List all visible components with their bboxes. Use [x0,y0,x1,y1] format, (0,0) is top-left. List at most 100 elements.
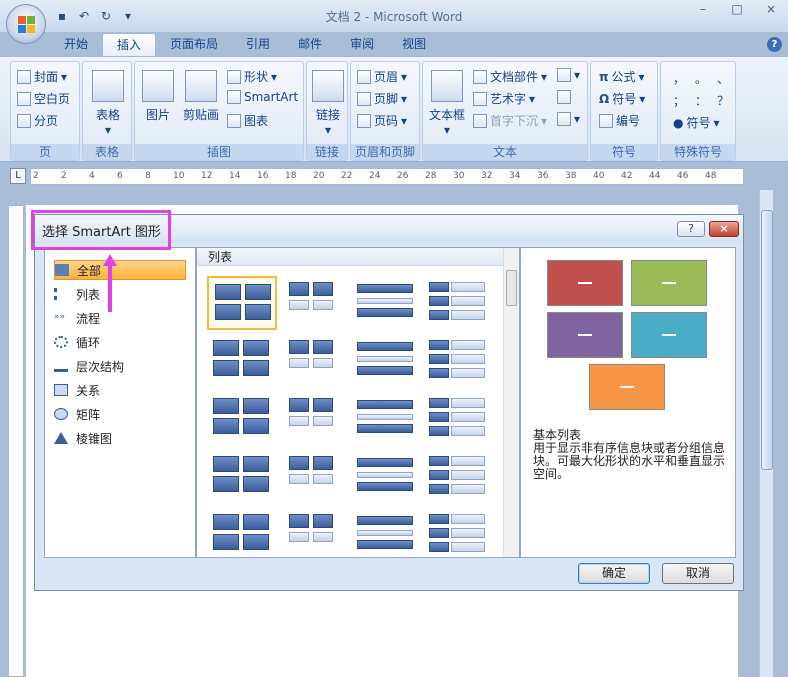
smartart-layout-thumbnail[interactable] [351,392,421,446]
smartart-layout-thumbnail[interactable] [351,450,421,504]
smartart-layout-thumbnail[interactable] [423,334,493,388]
tab-mailings[interactable]: 邮件 [284,33,336,56]
picture-button[interactable]: 图片 [141,70,175,123]
footer-button[interactable]: 页脚 ▾ [357,90,407,107]
horizontal-ruler[interactable]: 2 2 4 6 8 10 12 14 16 18 20 22 24 26 28 30 32 34 36 38 40 42 4… [30,168,744,185]
smartart-layout-thumbnail[interactable] [279,508,349,557]
quick-parts-button[interactable]: 文档部件 ▾ [473,68,547,85]
ruler-tick-label: 26 [397,171,409,181]
minimize-button[interactable]: – [686,0,720,20]
ruler-tick-label: 22 [341,171,353,181]
ruler-tick-label: 8 [145,171,151,181]
shapes-button[interactable]: 形状 ▾ [227,68,277,85]
dot-icon: ● [673,115,684,130]
tab-view[interactable]: 视图 [388,33,440,56]
char-comma[interactable]: ， [673,70,685,87]
page-break-button[interactable]: 分页 [17,112,58,129]
char-period[interactable]: 。 [695,70,707,87]
category-pyramid[interactable]: 棱锥图 [54,428,186,448]
category-relationship[interactable]: 关系 [54,380,186,400]
category-matrix[interactable]: 矩阵 [54,404,186,424]
char-enum-comma[interactable]: 、 [717,70,729,87]
smartart-layout-thumbnail[interactable] [423,508,493,557]
textbox-icon [431,70,463,102]
gallery-scrollbar[interactable] [503,248,519,557]
tab-insert[interactable]: 插入 [102,33,157,56]
object-icon[interactable]: ▾ [557,112,580,126]
category-hierarchy[interactable]: 层次结构 [54,356,186,376]
smartart-button[interactable]: SmartArt [227,90,298,104]
tab-page-layout[interactable]: 页面布局 [156,33,232,56]
smartart-layout-thumbnail[interactable] [279,334,349,388]
chart-button[interactable]: 图表 [227,112,268,129]
dialog-close-button[interactable]: × [709,221,739,237]
annotation-highlight [31,210,171,250]
ruler-tick-label: 4 [89,171,95,181]
vertical-scrollbar[interactable] [759,190,773,677]
category-cycle[interactable]: 循环 [54,332,186,352]
symbol-button[interactable]: Ω 符号 ▾ [599,90,645,107]
tab-references[interactable]: 引用 [232,33,284,56]
smartart-layout-thumbnail[interactable] [279,450,349,504]
smartart-layout-thumbnail[interactable] [207,276,277,330]
date-time-icon[interactable] [557,90,571,104]
ruler-tick-label: 48 [705,171,717,181]
cover-page-button[interactable]: 封面 ▾ [17,68,67,85]
ruler-tick-label: 30 [453,171,465,181]
char-question[interactable]: ？ [717,92,729,109]
signature-line-icon[interactable]: ▾ [557,68,580,82]
smartart-layout-thumbnail[interactable] [351,276,421,330]
close-button[interactable]: × [754,0,788,20]
cancel-button[interactable]: 取消 [662,563,734,584]
category-all[interactable]: 全部 [54,260,186,280]
wordart-button[interactable]: 艺术字 ▾ [473,90,535,107]
smartart-layout-thumbnail[interactable] [279,276,349,330]
page-number-button[interactable]: 页码 ▾ [357,112,407,129]
links-button[interactable]: 链接 ▾ [311,70,345,137]
vertical-ruler [8,205,24,677]
smartart-layout-thumbnail[interactable] [279,392,349,446]
ok-button[interactable]: 确定 [578,563,650,584]
numbering-button[interactable]: 编号 [599,112,640,129]
textbox-button[interactable]: 文本框 ▾ [427,70,467,137]
help-icon[interactable]: ? [767,37,782,52]
tab-selector[interactable]: L [10,168,26,184]
preview-shape [631,260,707,306]
smartart-layout-thumbnail[interactable] [207,450,277,504]
smartart-layout-thumbnail[interactable] [423,392,493,446]
char-colon[interactable]: ： [695,92,707,109]
header-button[interactable]: 页眉 ▾ [357,68,407,85]
category-process[interactable]: »» 流程 [54,308,186,328]
char-semicolon[interactable]: ； [673,92,685,109]
gallery-scroll-thumb[interactable] [506,270,517,306]
smartart-layout-thumbnail[interactable] [351,508,421,557]
group-tables: 表格 ▾ 表格 [82,61,132,161]
category-list-item[interactable]: 列表 [54,284,186,304]
smartart-layout-thumbnail[interactable] [351,334,421,388]
dialog-help-button[interactable]: ? [677,221,705,237]
ruler-tick-label: 32 [481,171,493,181]
blank-page-button[interactable]: 空白页 [17,90,70,107]
ruler-tick-label: 38 [565,171,577,181]
table-button[interactable]: 表格 ▾ [91,70,125,137]
tab-home[interactable]: 开始 [50,33,102,56]
smartart-layout-thumbnail[interactable] [207,508,277,557]
footer-icon [357,91,371,106]
smartart-layout-thumbnail[interactable] [423,276,493,330]
ruler-tick-label: 42 [621,171,633,181]
office-button[interactable] [6,4,46,44]
scrollbar-thumb[interactable] [761,210,773,470]
maximize-button[interactable]: □ [720,0,754,20]
smartart-layout-thumbnail[interactable] [207,392,277,446]
smartart-layout-thumbnail[interactable] [207,334,277,388]
page-number-icon [357,113,371,128]
equation-button[interactable]: π 公式 ▾ [599,68,645,85]
special-symbol-button[interactable]: ● 符号 ▾ [673,114,720,131]
clipart-button[interactable]: 剪贴画 [181,70,221,123]
tab-review[interactable]: 审阅 [336,33,388,56]
smartart-layout-thumbnail[interactable] [423,450,493,504]
ruler-tick-label: 20 [313,171,325,181]
group-label: 插图 [135,144,303,160]
group-label: 页 [11,144,79,160]
drop-cap-button[interactable]: 首字下沉 ▾ [473,112,547,129]
